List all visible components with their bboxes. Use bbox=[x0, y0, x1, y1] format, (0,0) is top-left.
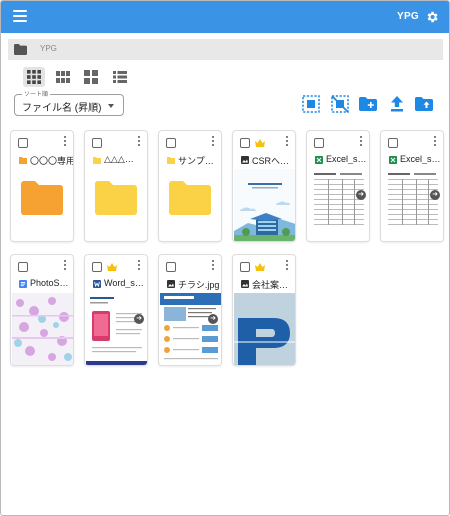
folder-icon bbox=[14, 44, 27, 55]
chevron-down-icon bbox=[108, 104, 114, 108]
company-brochure-thumbnail bbox=[234, 293, 295, 365]
select-checkbox[interactable] bbox=[166, 262, 176, 272]
image-icon bbox=[241, 280, 249, 288]
file-name: PhotoS… bbox=[30, 278, 69, 288]
small-grid-icon bbox=[84, 70, 98, 84]
open-arrow-icon[interactable]: ➜ bbox=[208, 314, 218, 324]
photo-collage-thumbnail bbox=[12, 293, 73, 365]
open-arrow-icon[interactable]: ➜ bbox=[356, 190, 366, 200]
folder-icon bbox=[167, 157, 175, 164]
spreadsheet-thumbnail bbox=[382, 169, 443, 241]
more-options-icon[interactable] bbox=[359, 136, 363, 148]
word-document-thumbnail bbox=[86, 293, 147, 365]
large-grid-icon bbox=[27, 70, 41, 84]
file-name: サンプ… bbox=[178, 156, 214, 166]
menu-icon[interactable] bbox=[13, 10, 27, 24]
file-card[interactable]: Word_s… ➜ bbox=[84, 254, 148, 366]
file-name: Word_s… bbox=[104, 278, 144, 288]
flyer-thumbnail bbox=[160, 293, 221, 365]
list-icon bbox=[113, 71, 127, 83]
folder-icon bbox=[21, 181, 63, 215]
more-options-icon[interactable] bbox=[63, 260, 67, 272]
sort-select[interactable]: ソート順 ファイル名 (昇順) bbox=[14, 89, 124, 116]
select-checkbox[interactable] bbox=[388, 138, 398, 148]
view-small-grid-button[interactable] bbox=[80, 67, 102, 87]
excel-icon bbox=[315, 156, 323, 164]
select-checkbox[interactable] bbox=[240, 138, 250, 148]
file-card[interactable]: CSRへ… bbox=[232, 130, 296, 242]
select-checkbox[interactable] bbox=[18, 262, 28, 272]
select-all-icon[interactable] bbox=[302, 95, 320, 113]
select-checkbox[interactable] bbox=[166, 138, 176, 148]
select-checkbox[interactable] bbox=[240, 262, 250, 272]
folder-icon bbox=[169, 181, 211, 215]
folder-icon bbox=[95, 181, 137, 215]
file-card[interactable]: チラシ.jpg ➜ bbox=[158, 254, 222, 366]
select-checkbox[interactable] bbox=[18, 138, 28, 148]
upload-folder-icon[interactable] bbox=[414, 95, 434, 113]
file-card[interactable]: Excel_s… ➜ bbox=[306, 130, 370, 242]
image-icon bbox=[167, 280, 175, 288]
file-name: △△△… bbox=[104, 154, 134, 164]
folder-card[interactable]: 〇〇〇専用 bbox=[10, 130, 74, 242]
file-name: チラシ.jpg bbox=[178, 280, 220, 290]
view-large-grid-button[interactable] bbox=[23, 67, 45, 87]
sort-value: ファイル名 (昇順) bbox=[22, 103, 102, 114]
more-options-icon[interactable] bbox=[63, 136, 67, 148]
csr-thumbnail bbox=[234, 169, 295, 241]
file-name: Excel_s… bbox=[400, 154, 441, 164]
folder-card[interactable]: サンプ… bbox=[158, 130, 222, 242]
select-checkbox[interactable] bbox=[314, 138, 324, 148]
upload-file-icon[interactable] bbox=[388, 95, 406, 113]
select-checkbox[interactable] bbox=[92, 138, 102, 148]
gear-icon[interactable] bbox=[425, 10, 439, 24]
more-options-icon[interactable] bbox=[211, 136, 215, 148]
app-window: YPG YPG ソート順 ファイル名 (昇順) 〇〇〇専用 △△△… サンプ… … bbox=[0, 0, 450, 516]
open-arrow-icon[interactable]: ➜ bbox=[134, 314, 144, 324]
select-checkbox[interactable] bbox=[92, 262, 102, 272]
file-name: Excel_s… bbox=[326, 154, 367, 164]
folder-card[interactable]: △△△… bbox=[84, 130, 148, 242]
file-name: 会社案… bbox=[252, 280, 289, 290]
spreadsheet-thumbnail bbox=[308, 169, 369, 241]
crown-icon bbox=[255, 139, 265, 147]
folder-icon bbox=[19, 157, 27, 164]
more-options-icon[interactable] bbox=[211, 260, 215, 272]
app-bar: YPG bbox=[1, 1, 449, 33]
file-name: 〇〇〇専用 bbox=[30, 156, 74, 166]
file-name: CSRへ… bbox=[252, 156, 290, 166]
view-list-button[interactable] bbox=[109, 67, 131, 87]
more-options-icon[interactable] bbox=[433, 136, 437, 148]
new-folder-icon[interactable] bbox=[358, 95, 378, 113]
more-options-icon[interactable] bbox=[285, 136, 289, 148]
view-medium-grid-button[interactable] bbox=[52, 67, 74, 87]
more-options-icon[interactable] bbox=[285, 260, 289, 272]
file-card[interactable]: 会社案… bbox=[232, 254, 296, 366]
image-icon bbox=[241, 156, 249, 164]
more-options-icon[interactable] bbox=[137, 260, 141, 272]
word-icon bbox=[93, 280, 101, 288]
file-card[interactable]: Excel_s… ➜ bbox=[380, 130, 444, 242]
file-card[interactable]: PhotoS… bbox=[10, 254, 74, 366]
document-icon bbox=[19, 280, 27, 288]
crown-icon bbox=[107, 263, 117, 271]
excel-icon bbox=[389, 156, 397, 164]
breadcrumb: YPG bbox=[8, 39, 443, 60]
sort-label: ソート順 bbox=[22, 89, 51, 98]
folder-icon bbox=[93, 157, 101, 164]
deselect-icon[interactable] bbox=[331, 95, 349, 113]
open-arrow-icon[interactable]: ➜ bbox=[430, 190, 440, 200]
user-name[interactable]: YPG bbox=[397, 11, 419, 22]
crown-icon bbox=[255, 263, 265, 271]
more-options-icon[interactable] bbox=[137, 136, 141, 148]
breadcrumb-item[interactable]: YPG bbox=[40, 44, 57, 53]
medium-grid-icon bbox=[56, 71, 70, 83]
